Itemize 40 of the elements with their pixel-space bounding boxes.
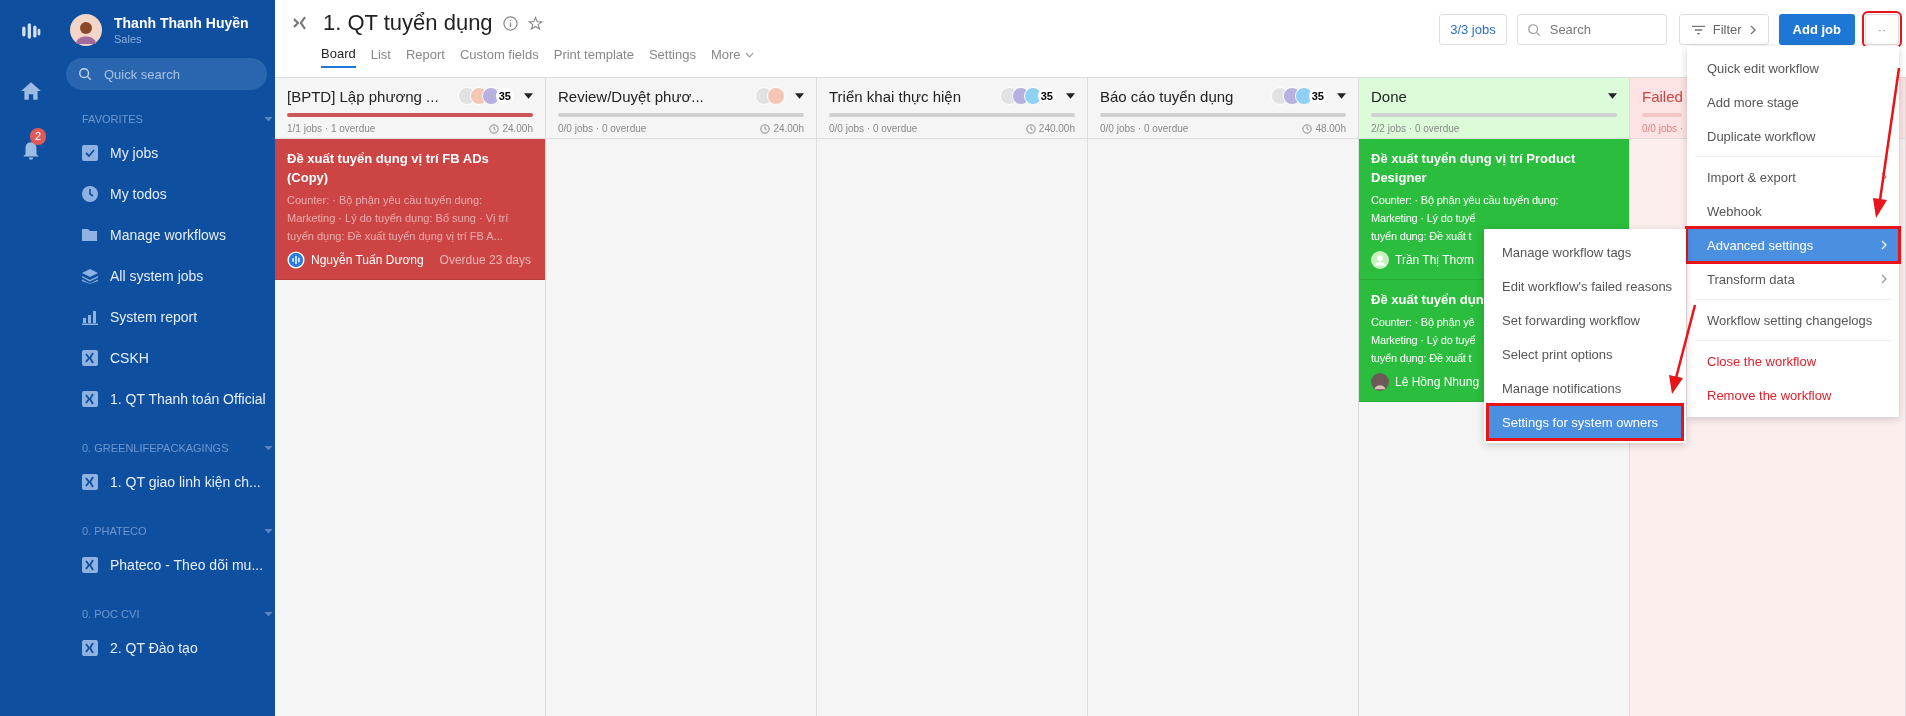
stage-stats: 0/0 jobs · 0 overdue <box>558 123 647 134</box>
job-summary: Marketing · Lý do tuyể <box>1371 333 1476 348</box>
due-status: Overdue 23 days <box>439 253 531 267</box>
stage-stats: 0/0 jobs · 0 overdue <box>1100 123 1189 134</box>
job-title: Đề xuất tuyển dụn <box>1371 291 1484 309</box>
user-role: Sales <box>114 33 143 45</box>
job-summary: Counter: · Bộ phận yê <box>1371 315 1475 330</box>
notification-badge: 2 <box>30 128 46 145</box>
stage-name: Triển khai thực hiện <box>829 87 962 105</box>
section-title: 0. GREENLIFEPACKAGINGS <box>82 442 229 454</box>
job-summary: tuyển dụng: Đề xuất t <box>1371 229 1472 244</box>
stage-stats: 0/0 jobs · <box>1642 123 1684 134</box>
job-summary: Counter: · Bộ phận yêu cầu tuyển dụng: <box>287 193 483 208</box>
workflow-title: 1. QT tuyển dụng <box>323 10 493 36</box>
job-summary: tuyển dụng: Đề xuất t <box>1371 351 1472 366</box>
stage-name: Review/Duyệt phươ... <box>558 87 704 105</box>
stage-duration: 240.00h <box>1025 123 1075 134</box>
user-name: Thanh Thanh Huyền <box>114 15 249 31</box>
stage-name: [BPTD] Lập phương ... <box>287 87 439 105</box>
stage-stats: 0/0 jobs · 0 overdue <box>829 123 918 134</box>
section-title: FAVORITES <box>82 113 143 125</box>
stage-stats: 1/1 jobs · 1 overdue <box>287 123 376 134</box>
stage-name: Báo cáo tuyển dụng <box>1100 87 1234 105</box>
section-title: 0. PHATECO <box>82 525 147 537</box>
job-title: Đề xuất tuyển dụng vị trí FB ADs (Copy) <box>287 150 490 187</box>
job-title: Đề xuất tuyển dụng vị trí Product Designer <box>1371 150 1577 187</box>
assignee-name: Nguyễn Tuấn Dương <box>311 253 424 267</box>
job-summary: tuyển dụng: Đề xuất tuyển dụng vị trí FB A... <box>287 229 503 244</box>
stage-duration: 48.00h <box>1302 123 1346 134</box>
job-summary: Marketing · Lý do tuyể <box>1371 211 1476 226</box>
stage-name: Done <box>1371 87 1407 105</box>
stage-stats: 2/2 jobs · 0 overdue <box>1371 123 1460 134</box>
stage-duration: 24.00h <box>489 123 533 134</box>
stage-duration: 24.00h <box>760 123 804 134</box>
section-title: 0. POC CVI <box>82 608 140 620</box>
stage-name: Failed <box>1642 87 1683 105</box>
assignee-name: Trần Thị Thơm <box>1395 253 1474 267</box>
job-summary: Marketing · Lý do tuyển dụng: Bổ sung · Vị trí <box>287 211 509 226</box>
job-summary: Counter: · Bộ phận yêu cầu tuyển dụng: <box>1371 193 1559 208</box>
assignee-name: Lê Hồng Nhung <box>1395 375 1480 389</box>
